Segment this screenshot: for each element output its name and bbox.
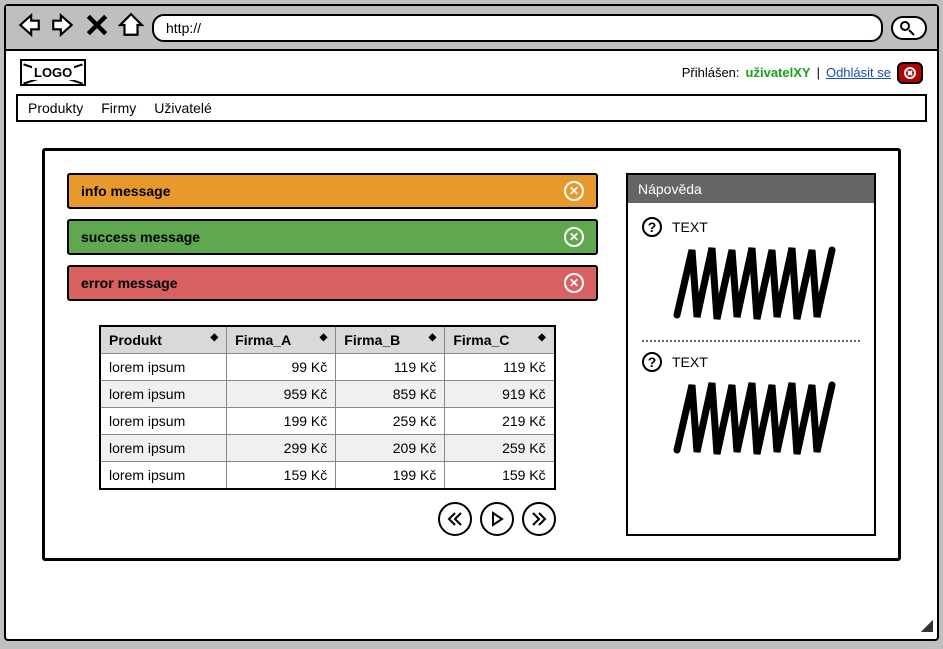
logout-button[interactable] [897,62,923,84]
error-message-text: error message [81,275,178,291]
stop-icon[interactable] [84,12,110,43]
logout-link[interactable]: Odhlásit se [826,65,891,80]
help-panel: Nápověda ? TEXT ? TEXT [626,173,876,536]
question-icon: ? [642,352,662,372]
back-icon[interactable] [16,12,42,43]
col-produkt[interactable]: Produkt◆ [100,326,227,354]
table-row: lorem ipsum199 Kč259 Kč219 Kč [100,408,555,435]
url-input[interactable] [152,14,883,42]
info-message-text: info message [81,183,170,199]
products-table: Produkt◆ Firma_A◆ Firma_B◆ Firma_C◆ lore… [99,325,556,490]
divider [642,340,860,342]
search-icon [899,20,915,36]
search-bubble[interactable] [891,16,927,40]
help-item-label: TEXT [672,354,708,370]
pager-first[interactable] [438,502,472,536]
pager-last[interactable] [522,502,556,536]
table-row: lorem ipsum299 Kč209 Kč259 Kč [100,435,555,462]
forward-icon[interactable] [50,12,76,43]
table-row: lorem ipsum959 Kč859 Kč919 Kč [100,381,555,408]
menu-item-firmy[interactable]: Firmy [101,100,136,116]
success-message-close[interactable]: ✕ [564,227,584,247]
home-icon[interactable] [118,12,144,43]
play-icon [489,511,505,527]
sort-icon: ◆ [429,332,437,343]
resize-grip-icon[interactable]: ◢ [921,615,933,635]
pager [99,502,556,536]
col-firma-a[interactable]: Firma_A◆ [227,326,336,354]
sort-icon: ◆ [210,332,218,343]
sort-icon: ◆ [320,332,328,343]
help-item-label: TEXT [672,219,708,235]
table-row: lorem ipsum99 Kč119 Kč119 Kč [100,354,555,381]
help-item: ? TEXT [642,217,860,330]
fastforward-icon [531,511,547,527]
user-name: uživatelXY [746,65,811,80]
page-content: LOGO Přihlášen: uživatelXY | Odhlásit se… [6,51,937,631]
logged-in-label: Přihlášen: [682,65,740,80]
help-item: ? TEXT [642,352,860,465]
pager-play[interactable] [480,502,514,536]
col-firma-b[interactable]: Firma_B◆ [336,326,445,354]
rewind-icon [447,511,463,527]
page-header: LOGO Přihlášen: uživatelXY | Odhlásit se [6,51,937,94]
error-message-close[interactable]: ✕ [564,273,584,293]
question-icon: ? [642,217,662,237]
browser-toolbar [6,6,937,51]
table-row: lorem ipsum159 Kč199 Kč159 Kč [100,462,555,490]
left-column: info message ✕ success message ✕ error m… [67,173,598,536]
menu-item-produkty[interactable]: Produkty [28,100,83,116]
info-message-close[interactable]: ✕ [564,181,584,201]
browser-window: LOGO Přihlášen: uživatelXY | Odhlásit se… [4,4,939,641]
main-menu: Produkty Firmy Uživatelé [16,94,927,122]
user-area: Přihlášen: uživatelXY | Odhlásit se [682,62,923,84]
logo: LOGO [20,59,86,86]
close-icon [903,66,917,80]
main-panel: info message ✕ success message ✕ error m… [42,148,901,561]
sort-icon: ◆ [538,332,546,343]
help-body: ? TEXT ? TEXT [628,203,874,489]
placeholder-image [672,380,842,460]
help-title: Nápověda [628,175,874,203]
success-message-text: success message [81,229,200,245]
col-firma-c[interactable]: Firma_C◆ [445,326,555,354]
placeholder-image [672,245,842,325]
error-message: error message ✕ [67,265,598,301]
info-message: info message ✕ [67,173,598,209]
menu-item-uzivatele[interactable]: Uživatelé [154,100,212,116]
success-message: success message ✕ [67,219,598,255]
